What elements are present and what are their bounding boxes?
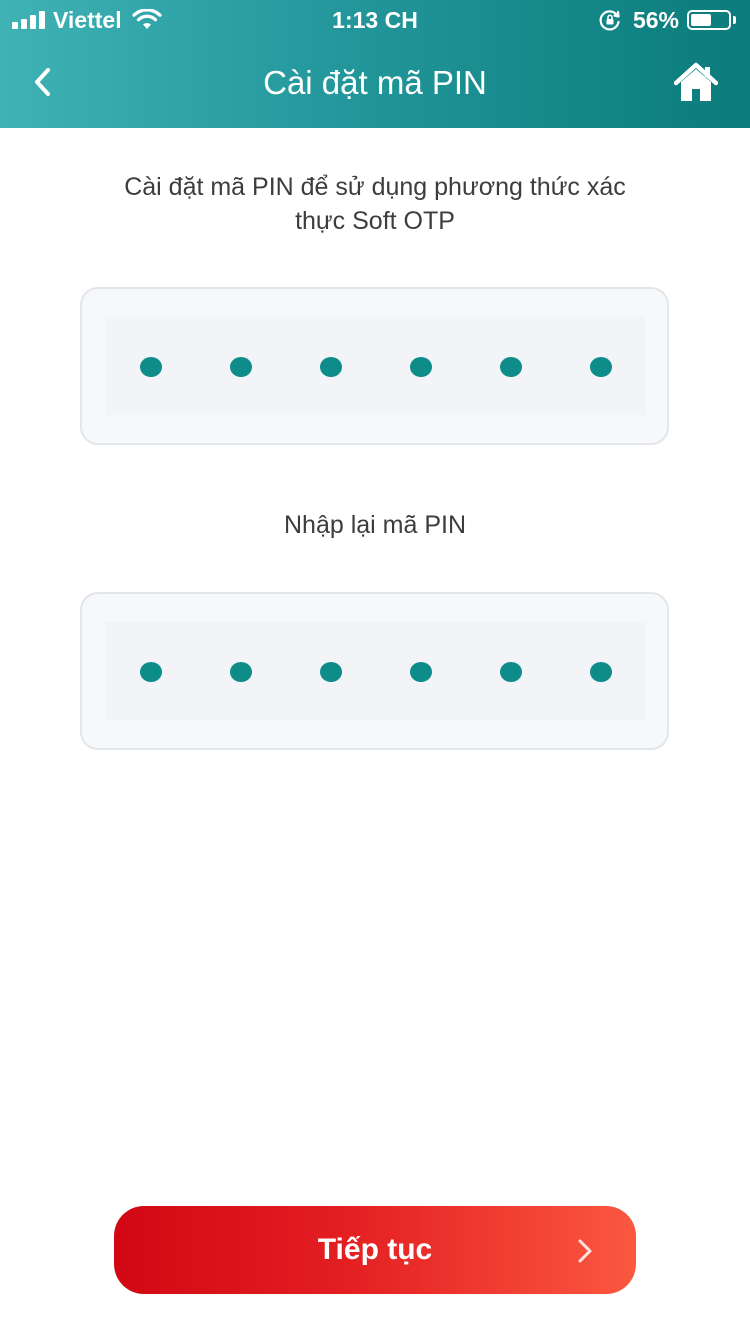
pin-input[interactable] [80, 287, 669, 445]
confirm-pin-input-inner [106, 622, 645, 720]
battery-level-fill [691, 14, 711, 26]
status-bar: Viettel 1:13 CH 56% [0, 0, 750, 40]
confirm-pin-dot [410, 662, 432, 682]
battery-icon [687, 10, 731, 30]
battery-percent: 56% [632, 6, 679, 33]
continue-button[interactable]: Tiếp tục [114, 1206, 636, 1294]
confirm-pin-dot [140, 662, 162, 682]
pin-input-inner [106, 317, 645, 415]
pin-dot [140, 357, 162, 377]
chevron-right-icon [578, 1239, 592, 1263]
confirm-pin-dot [590, 662, 612, 682]
chevron-left-icon [35, 68, 50, 96]
app-header: Viettel 1:13 CH 56% Cài đặt mã PIN [0, 0, 750, 128]
confirm-pin-input[interactable] [80, 592, 669, 750]
confirm-pin-label: Nhập lại mã PIN [283, 511, 467, 539]
battery-cap [733, 16, 736, 24]
back-button[interactable] [22, 60, 62, 104]
pin-dot [320, 357, 342, 377]
confirm-pin-dot [230, 662, 252, 682]
page-title: Cài đặt mã PIN [263, 64, 487, 101]
pin-dot [500, 357, 522, 377]
continue-label: Tiếp tục [317, 1233, 433, 1266]
status-right: 56% [599, 6, 736, 34]
pin-dot [590, 357, 612, 377]
rotation-lock-icon [599, 10, 620, 31]
nav-bar: Cài đặt mã PIN [0, 40, 750, 128]
pin-dot [230, 357, 252, 377]
home-button[interactable] [673, 62, 719, 104]
confirm-pin-dot [320, 662, 342, 682]
pin-dot [410, 357, 432, 377]
instruction-text: Cài đặt mã PIN để sử dụng phương thức xá… [124, 173, 626, 235]
confirm-pin-dot [500, 662, 522, 682]
home-icon [673, 62, 719, 101]
